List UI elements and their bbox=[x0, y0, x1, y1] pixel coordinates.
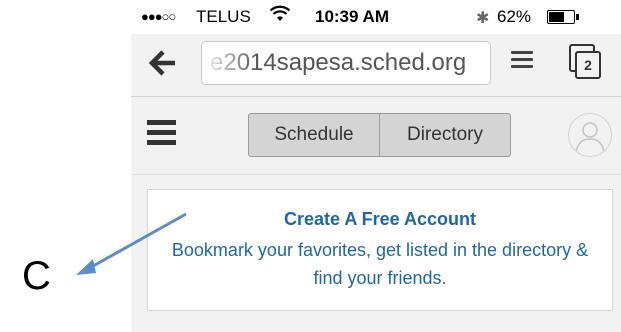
annotation-arrow-icon bbox=[76, 212, 187, 275]
